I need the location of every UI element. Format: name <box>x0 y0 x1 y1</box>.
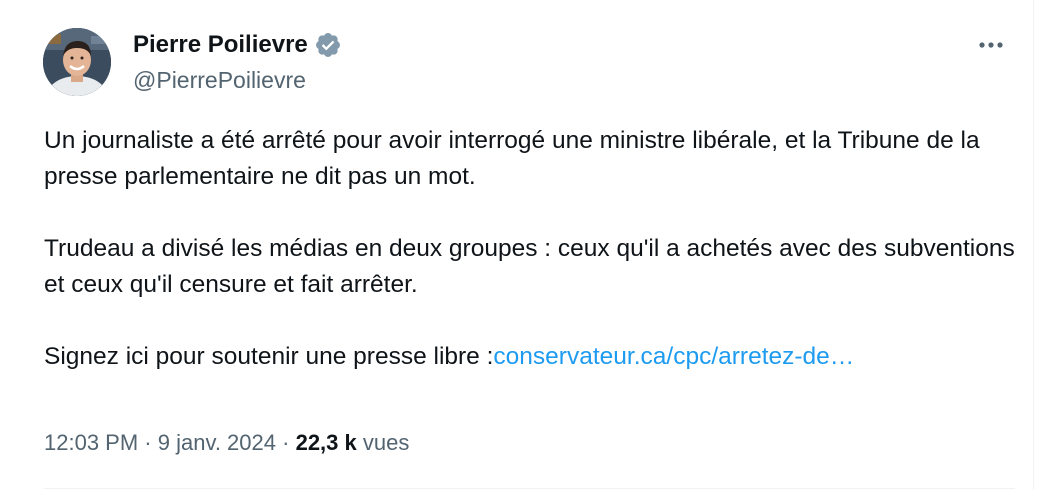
divider <box>44 488 1015 489</box>
more-horizontal-icon <box>979 42 1003 48</box>
tweet-paragraph: Signez ici pour soutenir une presse libr… <box>44 339 1019 375</box>
tweet-paragraph-text: Signez ici pour soutenir une presse libr… <box>44 343 494 370</box>
meta-separator: · <box>144 430 152 455</box>
tweet-metadata: 12:03 PM · 9 janv. 2024 · 22,3 k vues <box>44 428 409 458</box>
verified-badge-icon[interactable] <box>314 31 342 59</box>
tweet-time[interactable]: 12:03 PM <box>44 430 138 455</box>
tweet-date[interactable]: 9 janv. 2024 <box>158 430 276 455</box>
meta-separator: · <box>282 430 290 455</box>
tweet-card: Pierre Poilievre @PierrePoilievre Un jou… <box>0 0 1034 490</box>
tweet-paragraph: Trudeau a divisé les médias en deux grou… <box>44 235 1015 298</box>
tweet-link[interactable]: conservateur.ca/cpc/arretez-de… <box>493 343 854 370</box>
avatar[interactable] <box>43 28 111 96</box>
views-label: vues <box>362 430 410 455</box>
more-options-button[interactable] <box>974 30 1008 60</box>
tweet-paragraph: Un journaliste a été arrêté pour avoir i… <box>44 127 980 190</box>
author-name-row: Pierre Poilievre <box>133 30 342 60</box>
tweet-body: Un journaliste a été arrêté pour avoir i… <box>44 123 1019 375</box>
views-count: 22,3 k <box>295 430 357 455</box>
author-handle[interactable]: @PierrePoilievre <box>133 66 306 94</box>
author-display-name[interactable]: Pierre Poilievre <box>133 30 308 60</box>
